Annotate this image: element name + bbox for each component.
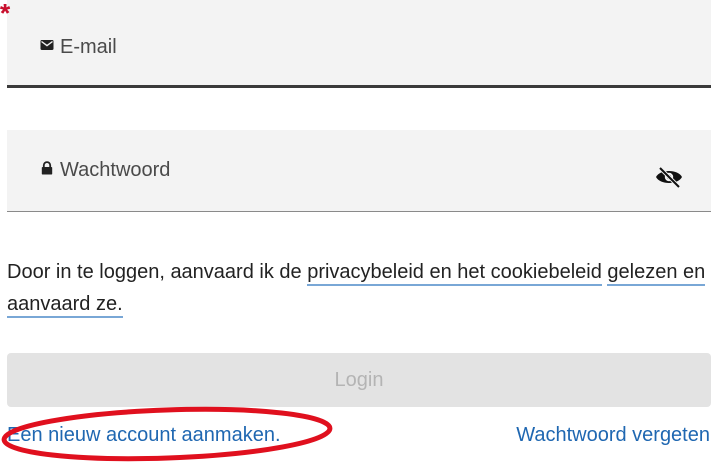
password-input[interactable] [60, 156, 620, 184]
forgot-password-link[interactable]: Wachtwoord vergeten [516, 424, 710, 447]
create-account-link[interactable]: Een nieuw account aanmaken. [7, 424, 281, 447]
envelope-icon [40, 40, 54, 50]
password-required-marker: * [0, 0, 11, 28]
consent-text: Door in te loggen, aanvaard ik de privac… [7, 256, 707, 320]
lock-icon [41, 161, 53, 175]
consent-text-before: Door in te loggen, aanvaard ik de [7, 261, 308, 283]
login-button[interactable]: Login [7, 353, 711, 407]
privacy-cookie-policy-link[interactable]: privacybeleid en het cookiebeleid [307, 261, 602, 286]
email-input[interactable] [60, 33, 620, 61]
eye-slash-icon[interactable] [654, 165, 684, 189]
